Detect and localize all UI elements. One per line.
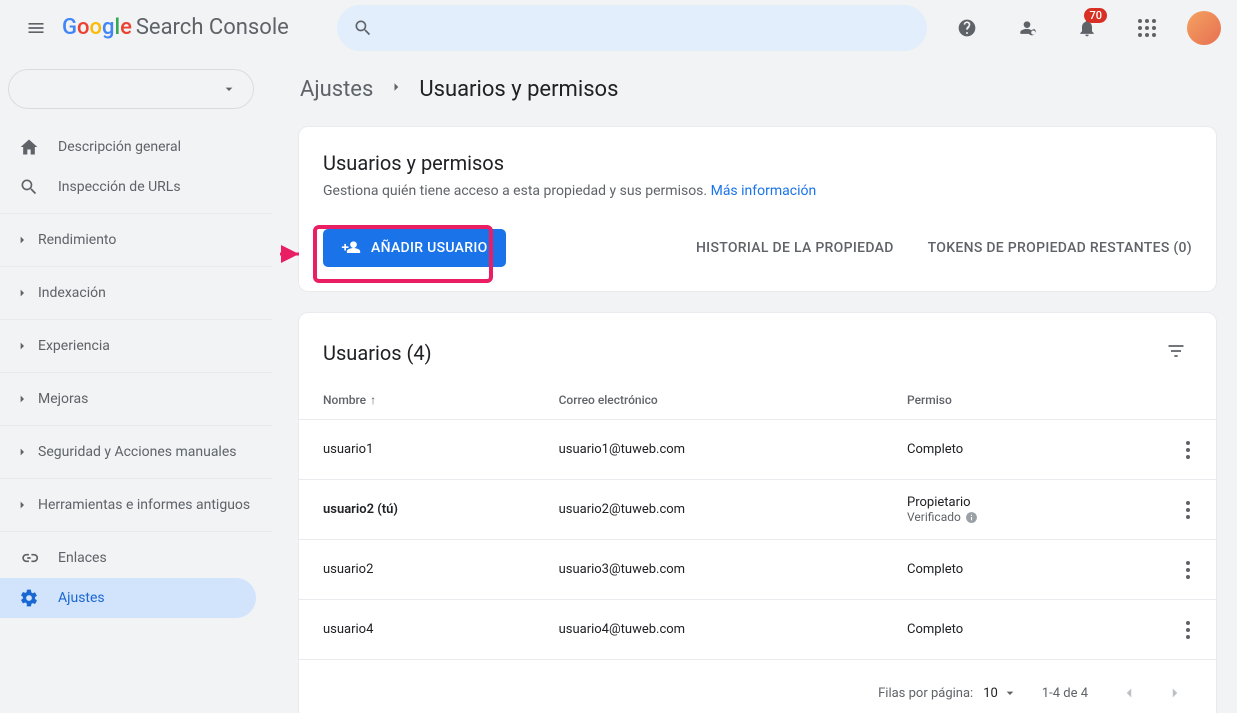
search-icon — [353, 18, 373, 38]
user-permission-cell: Completo — [895, 540, 1143, 600]
row-menu-cell — [1143, 600, 1216, 660]
row-menu-cell — [1143, 540, 1216, 600]
user-name-cell: usuario2 (tú) — [299, 480, 547, 540]
chevron-right-icon — [14, 285, 32, 301]
user-permission-cell: Completo — [895, 600, 1143, 660]
next-page-button[interactable] — [1158, 676, 1192, 710]
hamburger-menu-icon[interactable] — [16, 8, 56, 48]
gear-icon — [18, 588, 40, 608]
users-table: Nombre↑ Correo electrónico Permiso usuar… — [299, 375, 1216, 659]
table-footer: Filas por página: 10 1-4 de 4 — [299, 659, 1216, 713]
row-menu-cell — [1143, 480, 1216, 540]
sort-asc-icon: ↑ — [370, 393, 376, 407]
section-title: Usuarios y permisos — [323, 151, 1192, 175]
sidebar-group-enhancements[interactable]: Mejoras — [8, 379, 272, 419]
user-permission-cell: Completo — [895, 420, 1143, 480]
sidebar-item-label: Inspección de URLs — [58, 179, 181, 195]
home-icon — [18, 137, 40, 157]
row-actions-menu[interactable] — [1180, 555, 1196, 585]
chevron-right-icon — [14, 338, 32, 354]
section-subtitle: Gestiona quién tiene acceso a esta propi… — [323, 183, 1192, 199]
search-input[interactable] — [337, 5, 927, 51]
rows-per-page-selector[interactable]: 10 — [983, 685, 1018, 701]
table-row: usuario4usuario4@tuweb.comCompleto — [299, 600, 1216, 660]
links-icon — [18, 548, 40, 568]
sidebar-group-legacy-tools[interactable]: Herramientas e informes antiguos — [8, 485, 272, 525]
more-info-link[interactable]: Más información — [711, 183, 817, 199]
sidebar-item-links[interactable]: Enlaces — [0, 538, 256, 578]
info-icon — [965, 511, 978, 524]
property-history-button[interactable]: HISTORIAL DE LA PROPIEDAD — [696, 240, 894, 256]
breadcrumb-current: Usuarios y permisos — [419, 77, 618, 102]
topbar: Google Search Console 70 — [0, 0, 1237, 55]
chevron-down-icon — [221, 81, 237, 97]
pagination-range: 1-4 de 4 — [1042, 686, 1088, 701]
user-email-cell: usuario1@tuweb.com — [547, 420, 895, 480]
user-permission-cell: PropietarioVerificado — [895, 480, 1143, 540]
property-selector[interactable] — [8, 69, 254, 109]
chevron-right-icon — [14, 444, 32, 460]
sidebar-item-overview[interactable]: Descripción general — [0, 127, 256, 167]
column-header-name[interactable]: Nombre↑ — [299, 375, 547, 420]
search-icon — [18, 177, 40, 197]
sidebar-group-indexing[interactable]: Indexación — [8, 273, 272, 313]
product-logo: Google Search Console — [62, 15, 289, 40]
chevron-right-icon — [14, 391, 32, 407]
breadcrumb-parent[interactable]: Ajustes — [300, 77, 373, 102]
user-name-cell: usuario2 — [299, 540, 547, 600]
user-avatar[interactable] — [1187, 11, 1221, 45]
add-user-icon — [341, 238, 361, 258]
sidebar-item-label: Descripción general — [58, 139, 181, 155]
user-email-cell: usuario2@tuweb.com — [547, 480, 895, 540]
table-row: usuario1usuario1@tuweb.comCompleto — [299, 420, 1216, 480]
column-header-email[interactable]: Correo electrónico — [547, 375, 895, 420]
sidebar-group-security[interactable]: Seguridad y Acciones manuales — [8, 432, 272, 472]
add-user-button[interactable]: AÑADIR USUARIO — [323, 229, 506, 267]
table-row: usuario2usuario3@tuweb.comCompleto — [299, 540, 1216, 600]
table-row: usuario2 (tú)usuario2@tuweb.comPropietar… — [299, 480, 1216, 540]
sidebar-item-url-inspection[interactable]: Inspección de URLs — [0, 167, 256, 207]
chevron-right-icon — [387, 78, 405, 101]
row-menu-cell — [1143, 420, 1216, 480]
sidebar-group-experience[interactable]: Experiencia — [8, 326, 272, 366]
prev-page-button[interactable] — [1112, 676, 1146, 710]
chevron-down-icon — [1002, 685, 1018, 701]
annotation-arrow — [280, 239, 311, 269]
main-content: Ajustes Usuarios y permisos Usuarios y p… — [280, 55, 1237, 713]
sidebar-group-performance[interactable]: Rendimiento — [8, 220, 272, 260]
user-name-cell: usuario1 — [299, 420, 547, 480]
users-table-title: Usuarios (4) — [323, 341, 432, 365]
remaining-tokens-button[interactable]: TOKENS DE PROPIEDAD RESTANTES (0) — [928, 240, 1192, 256]
rows-per-page-label: Filas por página: — [878, 686, 973, 701]
user-management-icon[interactable] — [1007, 8, 1047, 48]
chevron-left-icon — [1120, 684, 1138, 702]
users-permissions-section: Usuarios y permisos Gestiona quién tiene… — [298, 126, 1217, 292]
chevron-right-icon — [1166, 684, 1184, 702]
sidebar-item-label: Ajustes — [58, 590, 105, 606]
filter-icon[interactable] — [1160, 335, 1192, 371]
breadcrumb: Ajustes Usuarios y permisos — [300, 77, 1217, 102]
column-header-permission[interactable]: Permiso — [895, 375, 1143, 420]
user-email-cell: usuario3@tuweb.com — [547, 540, 895, 600]
row-actions-menu[interactable] — [1180, 495, 1196, 525]
users-table-card: Usuarios (4) Nombre↑ Correo electrónico … — [298, 312, 1217, 713]
user-name-cell: usuario4 — [299, 600, 547, 660]
sidebar: Descripción general Inspección de URLs R… — [0, 55, 280, 713]
apps-grid-icon[interactable] — [1127, 8, 1167, 48]
row-actions-menu[interactable] — [1180, 615, 1196, 645]
user-email-cell: usuario4@tuweb.com — [547, 600, 895, 660]
row-actions-menu[interactable] — [1180, 435, 1196, 465]
sidebar-item-label: Enlaces — [58, 550, 107, 566]
notifications-icon[interactable]: 70 — [1067, 8, 1107, 48]
chevron-right-icon — [14, 497, 32, 513]
help-icon[interactable] — [947, 8, 987, 48]
notification-badge: 70 — [1084, 8, 1107, 23]
sidebar-item-settings[interactable]: Ajustes — [0, 578, 256, 618]
chevron-right-icon — [14, 232, 32, 248]
